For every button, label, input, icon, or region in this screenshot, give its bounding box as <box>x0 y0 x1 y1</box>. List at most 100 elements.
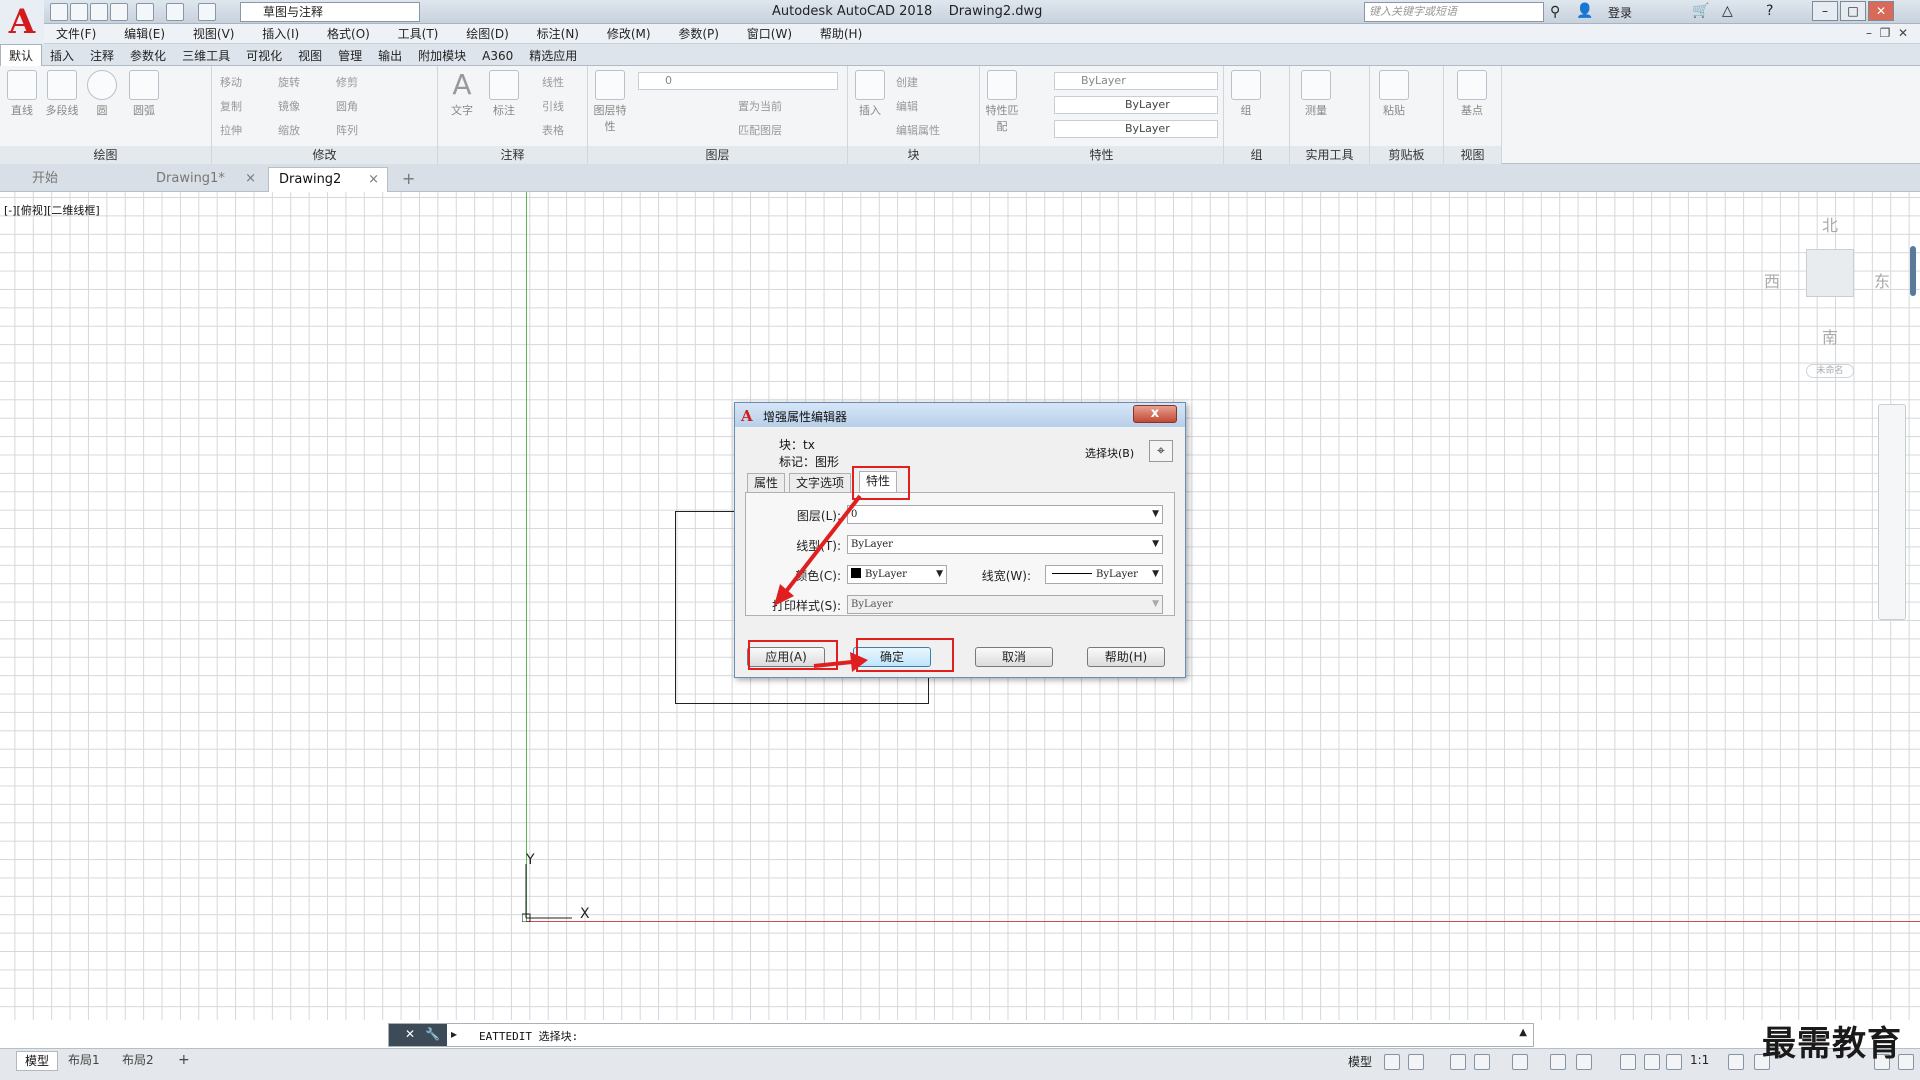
match-properties-tool[interactable]: 特性匹配 <box>982 70 1022 134</box>
scale-tool[interactable]: 缩放 <box>278 122 300 138</box>
a360-icon[interactable]: △ <box>1722 3 1733 19</box>
compass-east[interactable]: 东 <box>1874 268 1890 292</box>
select-block-button[interactable]: ⌖ <box>1149 440 1173 462</box>
print-icon[interactable] <box>136 3 154 21</box>
panel-title-groups[interactable]: 组 <box>1224 146 1289 164</box>
linetype-select[interactable]: ByLayer ▼ <box>847 535 1163 554</box>
minimize-button[interactable]: – <box>1812 1 1838 21</box>
application-menu-button[interactable]: A <box>0 0 44 44</box>
mirror-tool[interactable]: 镜像 <box>278 98 300 114</box>
set-current-tool[interactable]: 置为当前 <box>738 98 782 114</box>
compass-west[interactable]: 西 <box>1764 268 1780 292</box>
ribbon-tab-addins[interactable]: 附加模块 <box>410 45 474 67</box>
edit-block-tool[interactable]: 编辑 <box>896 98 918 114</box>
ribbon-tab-featured[interactable]: 精选应用 <box>521 45 585 67</box>
panel-title-annotation[interactable]: 注释 <box>438 146 587 164</box>
menu-insert[interactable]: 插入(I) <box>262 24 299 44</box>
color-dropdown[interactable]: ByLayer <box>1054 72 1218 90</box>
layer-properties-tool[interactable]: 图层特性 <box>590 70 630 134</box>
help-button[interactable]: 帮助(H) <box>1087 647 1165 667</box>
table-tool[interactable]: 表格 <box>542 122 564 138</box>
binoculars-icon[interactable]: ⚲ <box>1550 4 1560 20</box>
navigation-bar[interactable] <box>1878 404 1906 620</box>
viewport-controls-label[interactable]: [-][俯视][二维线框] <box>4 202 100 218</box>
menu-edit[interactable]: 编辑(E) <box>124 24 165 44</box>
close-icon[interactable]: ✕ <box>405 1027 415 1041</box>
compass-south[interactable]: 南 <box>1822 324 1838 348</box>
annotation-scale[interactable]: 1:1 <box>1690 1053 1709 1067</box>
close-tab-icon[interactable]: × <box>245 167 256 191</box>
dialog-close-button[interactable]: x <box>1133 405 1177 423</box>
panel-title-draw[interactable]: 绘图 <box>0 146 211 164</box>
ribbon-tab-parametric[interactable]: 参数化 <box>122 45 174 67</box>
circle-tool[interactable]: 圆 <box>82 70 122 118</box>
leader-tool[interactable]: 引线 <box>542 98 564 114</box>
panel-title-layers[interactable]: 图层 <box>588 146 847 164</box>
measure-tool[interactable]: 测量 <box>1296 70 1336 118</box>
add-layout-button[interactable]: + <box>170 1051 198 1071</box>
polar-icon[interactable] <box>1474 1054 1490 1070</box>
dimension-tool[interactable]: 标注 <box>484 70 524 118</box>
help-icon[interactable]: ? <box>1766 3 1773 19</box>
vertical-scrollbar[interactable] <box>1910 246 1916 296</box>
line-tool[interactable]: 直线 <box>2 70 42 118</box>
panel-title-block[interactable]: 块 <box>848 146 979 164</box>
fillet-tool[interactable]: 圆角 <box>336 98 358 114</box>
arc-tool[interactable]: 圆弧 <box>124 70 164 118</box>
close-tab-icon[interactable]: × <box>368 168 379 192</box>
save-icon[interactable] <box>90 3 108 21</box>
ortho-icon[interactable] <box>1450 1054 1466 1070</box>
rotate-tool[interactable]: 旋转 <box>278 74 300 90</box>
compass-north[interactable]: 北 <box>1822 212 1838 236</box>
wcs-menu[interactable]: 未命名 <box>1806 364 1854 378</box>
menu-modify[interactable]: 修改(M) <box>607 24 651 44</box>
login-link[interactable]: 登录 <box>1608 4 1632 21</box>
linear-dim-tool[interactable]: 线性 <box>542 74 564 90</box>
array-tool[interactable]: 阵列 <box>336 122 358 138</box>
text-tool[interactable]: A 文字 <box>442 70 482 118</box>
linetype-dropdown[interactable]: ByLayer <box>1054 96 1218 114</box>
menu-view[interactable]: 视图(V) <box>193 24 235 44</box>
menu-help[interactable]: 帮助(H) <box>820 24 862 44</box>
grid-icon[interactable] <box>1384 1054 1400 1070</box>
undo-icon[interactable] <box>166 3 184 21</box>
polyline-tool[interactable]: 多段线 <box>42 70 82 118</box>
viewcube[interactable] <box>1806 249 1854 297</box>
command-history-icon[interactable]: ▲ <box>1519 1027 1527 1038</box>
layout-tab-model[interactable]: 模型 <box>16 1051 59 1071</box>
ribbon-tab-view[interactable]: 视图 <box>290 45 330 67</box>
base-point-tool[interactable]: 基点 <box>1452 70 1492 118</box>
doc-tab-drawing1[interactable]: Drawing1* × <box>146 167 264 192</box>
model-space-toggle[interactable]: 模型 <box>1348 1053 1372 1070</box>
doc-window-controls[interactable]: – ❐ ✕ <box>1866 26 1908 40</box>
save-as-icon[interactable] <box>110 3 128 21</box>
layout-tab-2[interactable]: 布局2 <box>114 1051 162 1071</box>
osnap-icon[interactable] <box>1512 1054 1528 1070</box>
wrench-icon[interactable]: 🔧 <box>425 1027 440 1041</box>
insert-block-tool[interactable]: 插入 <box>850 70 890 118</box>
panel-title-utilities[interactable]: 实用工具 <box>1290 146 1369 164</box>
ribbon-tab-a360[interactable]: A360 <box>474 45 521 67</box>
new-tab-button[interactable]: + <box>398 167 420 192</box>
cart-icon[interactable]: 🛒 <box>1692 3 1709 19</box>
ribbon-tab-output[interactable]: 输出 <box>370 45 410 67</box>
ribbon-tab-3d-tools[interactable]: 三维工具 <box>174 45 238 67</box>
lineweight-icon[interactable] <box>1576 1054 1592 1070</box>
doc-tab-start[interactable]: 开始 <box>22 167 142 192</box>
redo-icon[interactable] <box>198 3 216 21</box>
cancel-button[interactable]: 取消 <box>975 647 1053 667</box>
create-block-tool[interactable]: 创建 <box>896 74 918 90</box>
move-tool[interactable]: 移动 <box>220 74 242 90</box>
group-tool[interactable]: 组 <box>1226 70 1266 118</box>
annotation-scale-icon[interactable] <box>1666 1054 1682 1070</box>
menu-parametric[interactable]: 参数(P) <box>678 24 719 44</box>
annotation-visibility-icon[interactable] <box>1620 1054 1636 1070</box>
close-button[interactable]: ✕ <box>1868 1 1894 21</box>
menu-draw[interactable]: 绘图(D) <box>466 24 509 44</box>
maximize-button[interactable]: □ <box>1840 1 1866 21</box>
command-line[interactable]: ✕ 🔧 ▸ EATTEDIT 选择块: ▲ <box>388 1023 1534 1047</box>
gear-icon[interactable] <box>1728 1054 1744 1070</box>
layout-tab-1[interactable]: 布局1 <box>60 1051 108 1071</box>
workspace-dropdown[interactable]: 草图与注释 <box>240 2 420 22</box>
stretch-tool[interactable]: 拉伸 <box>220 122 242 138</box>
